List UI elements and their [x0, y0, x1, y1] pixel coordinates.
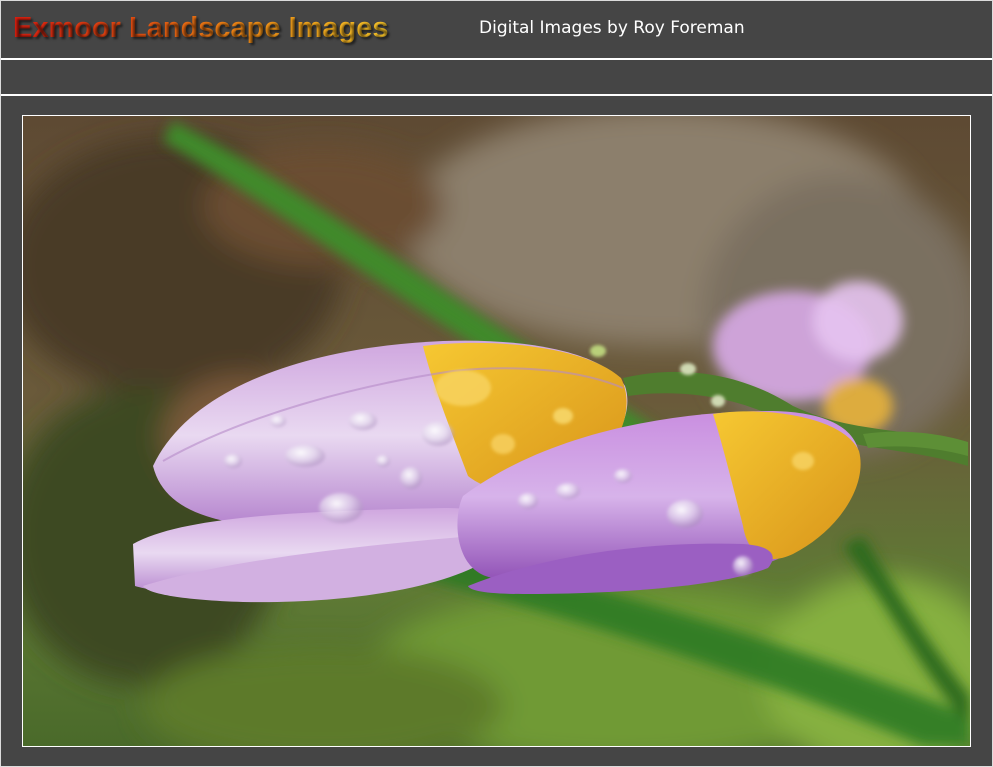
main-photo	[22, 115, 971, 747]
photo-crocus-image	[23, 116, 970, 746]
site-subtitle: Digital Images by Roy Foreman	[479, 18, 745, 38]
site-title-logo[interactable]: Exmoor Landscape Images	[13, 9, 389, 47]
header: Exmoor Landscape Images Digital Images b…	[1, 1, 992, 59]
page-frame: Exmoor Landscape Images Digital Images b…	[0, 0, 993, 767]
nav-bar	[1, 60, 992, 94]
nav-divider	[1, 94, 992, 96]
